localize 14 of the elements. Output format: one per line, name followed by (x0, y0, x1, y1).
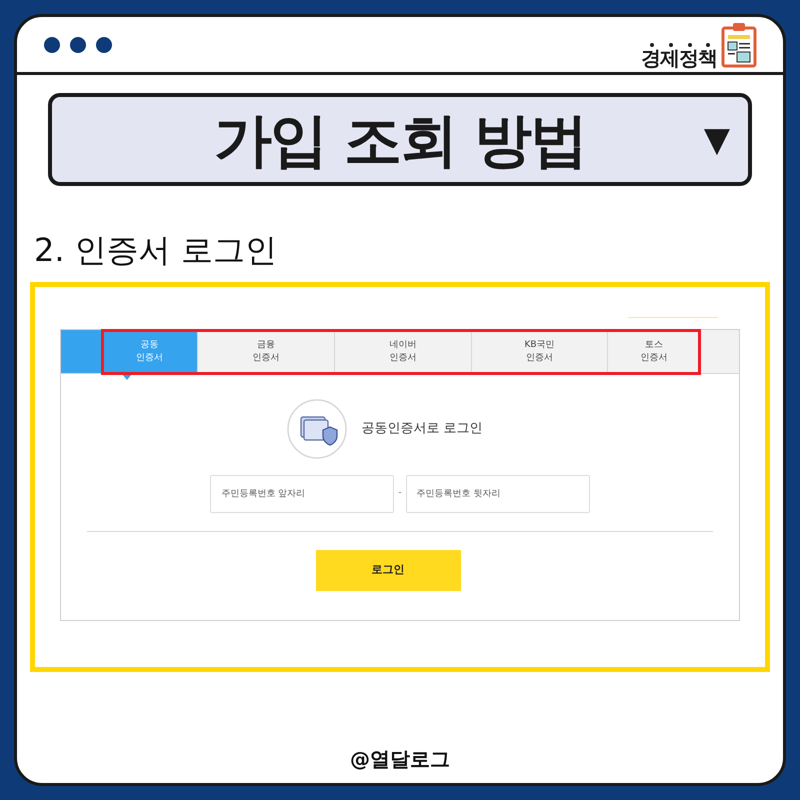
separator-text: - (398, 487, 402, 500)
dropdown-arrow[interactable]: ▼ (704, 122, 730, 156)
certificate-shield-icon (287, 399, 348, 459)
logo-text: 경제정책 (641, 48, 717, 68)
login-heading: 공동인증서로 로그인 (361, 420, 483, 438)
window-dots-icon (43, 36, 113, 54)
input-field[interactable]: 주민등록번호 뒷자리 (406, 475, 590, 513)
input-field[interactable]: 주민등록번호 앞자리 (210, 475, 394, 513)
title-text: 가입 조회 방법 (214, 110, 586, 168)
section-heading: 2. 인증서 로그인 (34, 231, 277, 269)
tab-bar-accent (61, 330, 102, 373)
login-button[interactable]: 로그인 (316, 550, 460, 591)
clipboard-icon (721, 22, 757, 68)
footer-handle: @열달로그 (350, 746, 450, 773)
